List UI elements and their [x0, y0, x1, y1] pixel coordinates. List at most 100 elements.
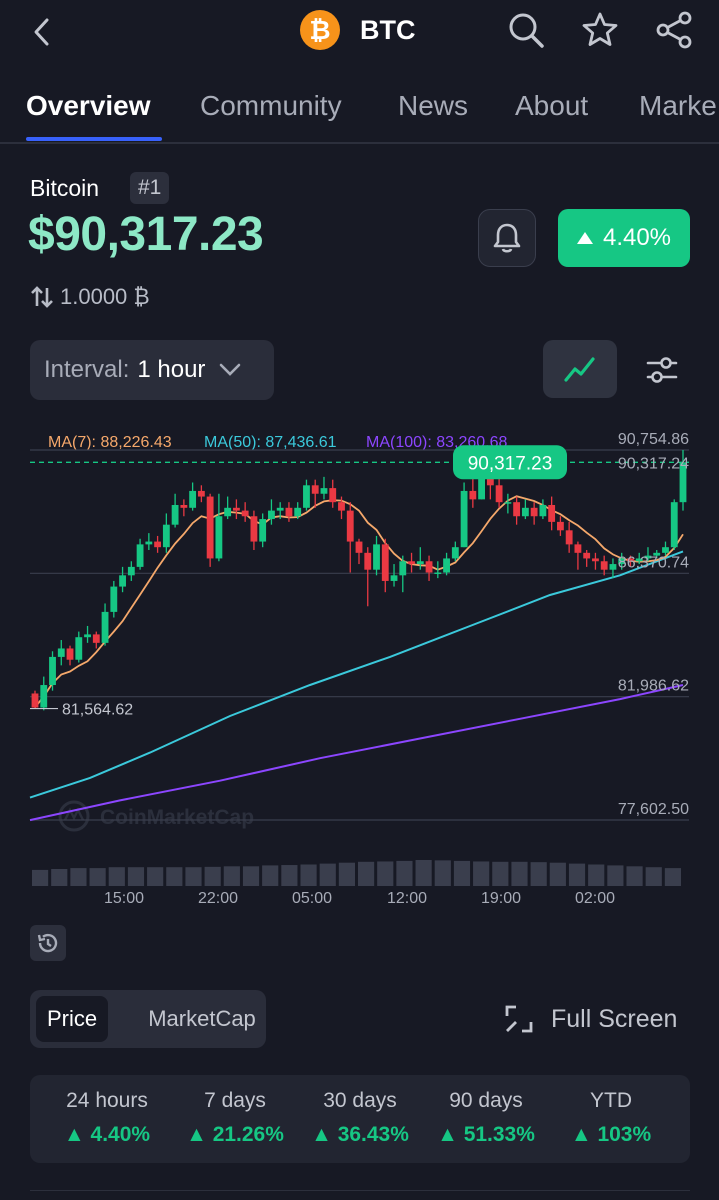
ma-legend: MA(7): 88,226.43 MA(50): 87,436.61 MA(100)… — [48, 434, 508, 451]
perf-ytd: YTD ▲ 103% — [546, 1089, 676, 1147]
candle-body — [460, 490, 468, 548]
volume-bar — [204, 866, 221, 886]
perf-90d-value: 51.33% — [463, 1123, 535, 1146]
watchlist-button[interactable] — [580, 10, 620, 50]
candle-body — [162, 524, 170, 548]
perf-90d: 90 days ▲ 51.33% — [421, 1089, 551, 1147]
expand-icon — [505, 1005, 533, 1033]
candle-body — [373, 544, 380, 570]
candle-body — [31, 693, 39, 708]
conversion-amount[interactable]: 1.0000 ₿ — [30, 284, 150, 310]
line-chart-icon — [564, 357, 595, 382]
volume-bar — [242, 866, 260, 886]
volume-bar — [492, 861, 509, 886]
triangle-up-icon — [576, 232, 593, 244]
coin-title: ₿ BTC — [300, 8, 416, 52]
bell-icon — [493, 223, 521, 253]
candle-body — [425, 561, 433, 573]
marketcap-option[interactable]: MarketCap — [142, 996, 262, 1042]
volume-bar — [223, 866, 240, 886]
coin-name: Bitcoin — [30, 175, 100, 201]
sliders-icon — [646, 357, 678, 383]
time-axis-label: 05:00 — [292, 890, 332, 907]
low-price-label: 81,564.62 — [62, 702, 133, 719]
candle-body — [285, 507, 293, 517]
price-option[interactable]: Price — [36, 996, 108, 1042]
back-button[interactable] — [22, 12, 62, 52]
candle-body — [662, 547, 669, 553]
volume-bar — [358, 861, 375, 886]
candle-body — [416, 561, 424, 565]
candle-body — [565, 530, 573, 545]
candle-body — [556, 521, 564, 531]
candle-body — [390, 575, 398, 581]
candle-body — [303, 485, 310, 508]
volume-bar — [473, 861, 490, 886]
tab-bar: Overview Community News About Marke — [0, 80, 719, 144]
volume-bar — [51, 869, 68, 886]
time-axis-label: 22:00 — [198, 890, 238, 907]
candle-body — [268, 510, 275, 520]
bitcoin-logo-icon: ₿ — [300, 10, 340, 50]
candle-body — [206, 496, 214, 559]
perf-24h: 24 hours ▲ 4.40% — [42, 1089, 172, 1147]
time-axis-label: 19:00 — [481, 890, 521, 907]
price-alert-button[interactable] — [478, 209, 536, 267]
line-chart-toggle[interactable] — [543, 340, 617, 398]
candle-body — [57, 648, 65, 657]
perf-24h-value: 4.40% — [90, 1123, 151, 1146]
volume-bar — [511, 861, 528, 886]
price-axis-label: 77,602.50 — [618, 801, 689, 818]
candle-body — [530, 507, 538, 517]
candle-body — [399, 561, 407, 576]
tab-community[interactable]: Community — [200, 90, 342, 122]
chart-settings-button[interactable] — [640, 348, 684, 392]
ma-legend-label: MA(50): 87,436.61 — [204, 434, 337, 451]
ma7-line — [34, 495, 684, 709]
volume-bar — [300, 864, 317, 886]
search-button[interactable] — [506, 10, 546, 50]
divider — [30, 1190, 690, 1191]
interval-dropdown[interactable]: Interval: 1 hour — [30, 340, 274, 400]
perf-30d-value: 36.43% — [337, 1123, 409, 1146]
perf-value: ▲ 21.26% — [170, 1123, 300, 1147]
time-axis-label: 02:00 — [575, 890, 615, 907]
full-screen-button[interactable]: Full Screen — [503, 998, 677, 1040]
perf-7d: 7 days ▲ 21.26% — [170, 1089, 300, 1147]
tab-about[interactable]: About — [515, 90, 588, 122]
volume-bar — [166, 867, 183, 886]
perf-ytd-value: 103% — [597, 1123, 652, 1146]
candle-body — [119, 575, 126, 587]
candle-body — [346, 510, 354, 542]
candle-body — [364, 552, 372, 570]
candle-body — [189, 490, 197, 508]
chevron-down-icon — [220, 363, 241, 376]
volume-bar — [32, 869, 49, 886]
triangle-up-icon: ▲ — [437, 1123, 464, 1146]
volume-bar — [588, 864, 605, 886]
volume-bar — [645, 867, 662, 886]
candle-body — [259, 519, 267, 542]
tab-markets[interactable]: Marke — [639, 90, 717, 122]
share-button[interactable] — [654, 10, 694, 50]
candle-body — [381, 544, 389, 581]
tab-overview[interactable]: Overview — [26, 90, 151, 122]
candle-body — [75, 637, 83, 660]
price-change-value: 4.40% — [602, 224, 672, 251]
history-button[interactable] — [30, 925, 66, 961]
ma50-line — [29, 550, 684, 799]
candle-body — [495, 485, 503, 503]
perf-value: ▲ 51.33% — [421, 1123, 551, 1147]
volume-bar — [147, 867, 164, 886]
price-axis-label: 90,317.24 — [618, 455, 689, 472]
search-icon — [509, 13, 544, 48]
volume-bar — [338, 862, 355, 886]
candle-body — [609, 564, 617, 570]
price-change-badge: 4.40% — [558, 209, 690, 267]
volume-bar — [607, 865, 624, 886]
tab-news[interactable]: News — [398, 90, 468, 122]
candle-body — [469, 490, 477, 500]
price-axis-label: 86,370.74 — [618, 554, 689, 571]
full-screen-label: Full Screen — [551, 1004, 678, 1033]
price-chart[interactable]: CoinMarketCap MA(7): 88,226.43 MA(50): 87… — [0, 420, 719, 940]
